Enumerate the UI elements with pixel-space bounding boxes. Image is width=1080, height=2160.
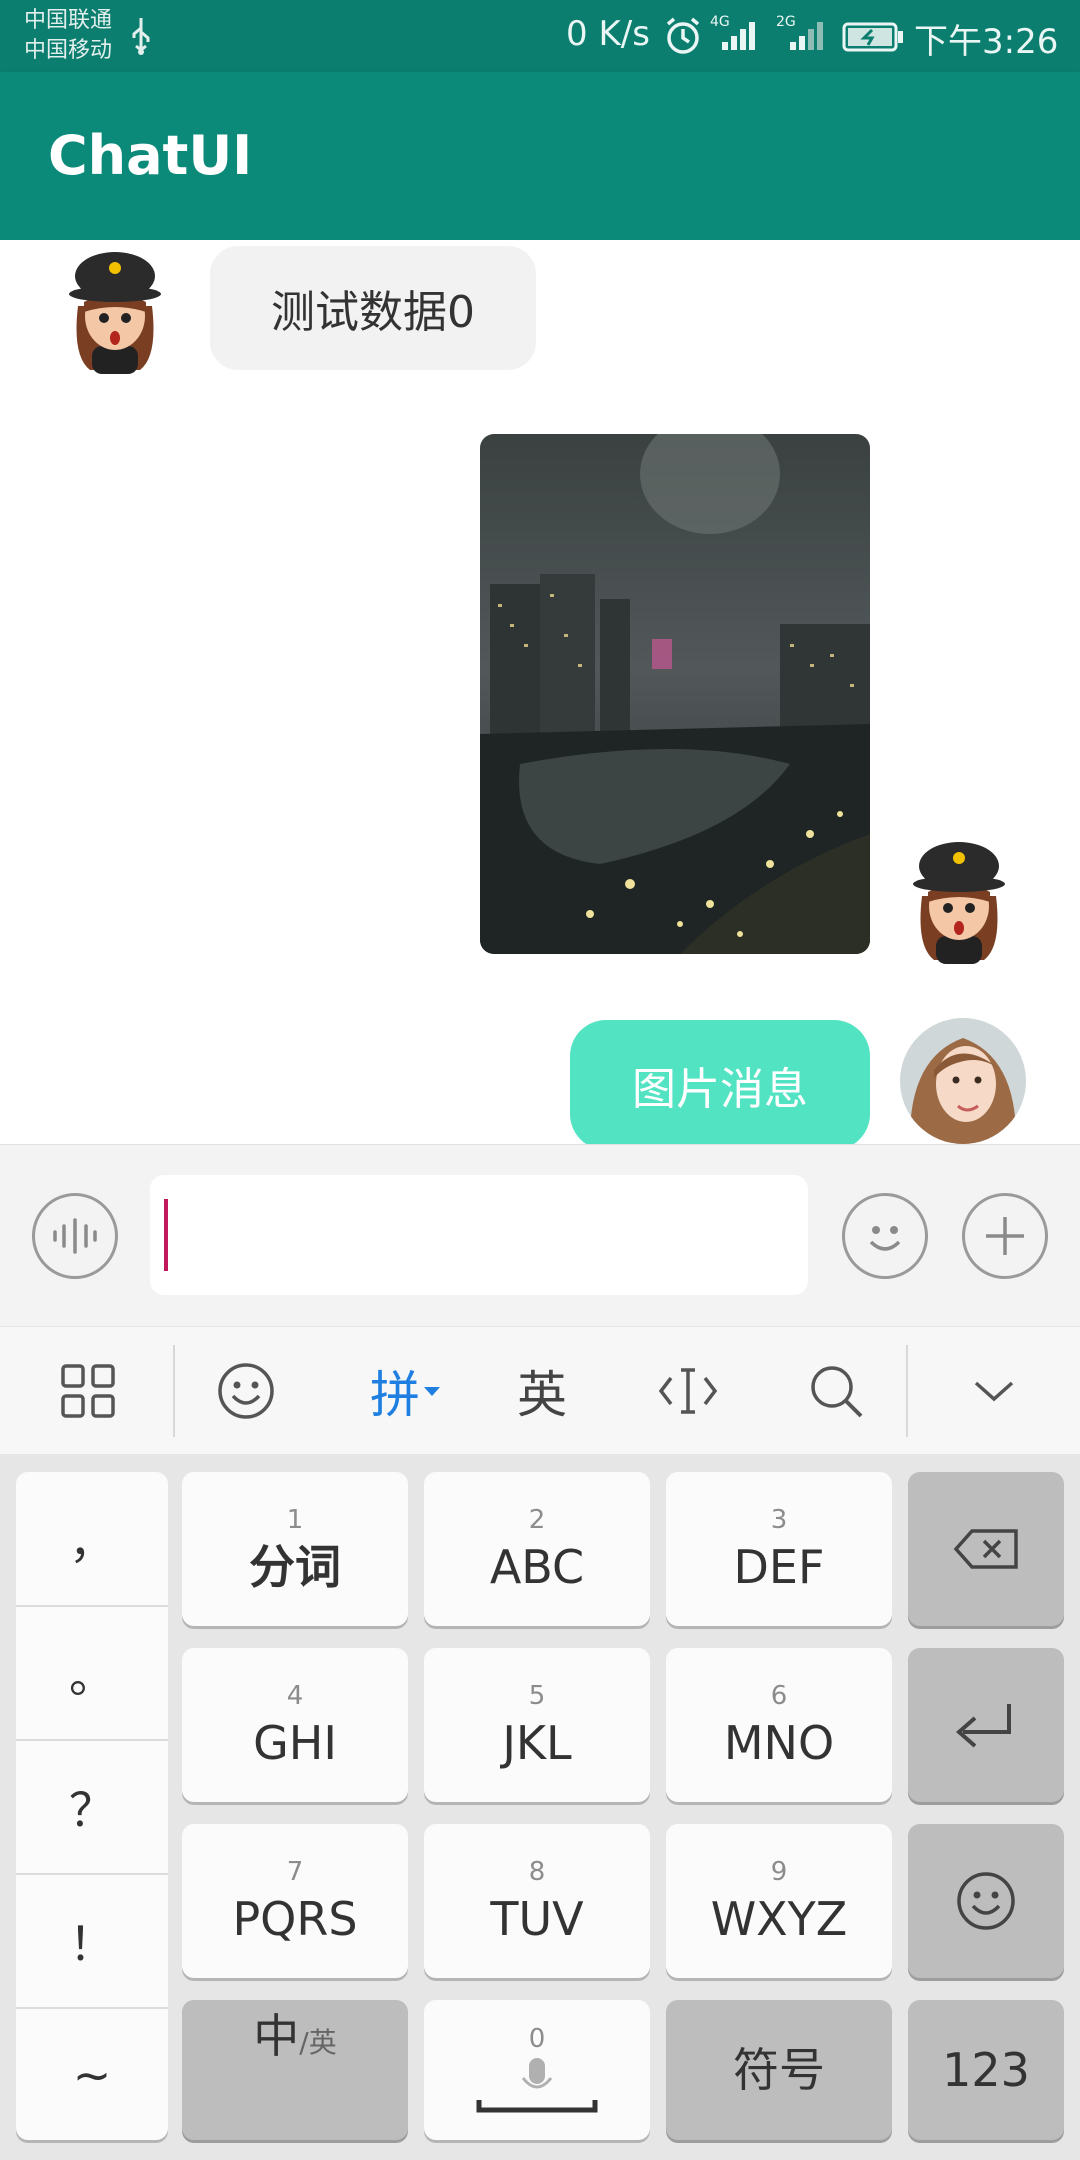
key-number: 9 bbox=[770, 1857, 788, 1887]
key-6[interactable]: 6 MNO bbox=[666, 1648, 892, 1802]
key-number: 6 bbox=[770, 1681, 788, 1711]
image-message[interactable] bbox=[480, 434, 870, 954]
message-text: 图片消息 bbox=[632, 1064, 808, 1115]
grid-icon[interactable] bbox=[40, 1327, 136, 1455]
text-cursor bbox=[164, 1199, 168, 1271]
space-key[interactable]: 0 bbox=[424, 2000, 650, 2140]
key-3[interactable]: 3 DEF bbox=[666, 1472, 892, 1626]
message-bubble-right[interactable]: 图片消息 bbox=[570, 1020, 870, 1144]
punct-key[interactable]: 。 bbox=[16, 1606, 168, 1739]
pinyin-mode-button[interactable]: 拼 bbox=[356, 1327, 456, 1455]
message-list[interactable]: 测试数据0 图片消息 bbox=[0, 240, 1080, 1144]
carrier-2: 中国移动 bbox=[24, 38, 113, 63]
key-number: 1 bbox=[286, 1505, 304, 1535]
punct-key[interactable]: ？ bbox=[16, 1740, 168, 1873]
punct-key[interactable]: ， bbox=[16, 1472, 168, 1605]
punct-key[interactable]: ！ bbox=[16, 1874, 168, 2007]
emoji-key[interactable] bbox=[908, 1824, 1064, 1978]
emoji-icon bbox=[957, 1872, 1015, 1930]
key-label: ABC bbox=[489, 1540, 585, 1594]
user-avatar[interactable] bbox=[900, 1018, 1026, 1144]
toolbar-emoji-icon[interactable] bbox=[198, 1327, 294, 1455]
app-title: ChatUI bbox=[48, 124, 253, 187]
message-bubble-left[interactable]: 测试数据0 bbox=[210, 246, 536, 370]
key-number: 5 bbox=[528, 1681, 546, 1711]
key-number: 4 bbox=[286, 1681, 304, 1711]
voice-icon[interactable] bbox=[32, 1193, 118, 1279]
key-number: 3 bbox=[770, 1505, 788, 1535]
pinyin-label: 拼 bbox=[370, 1366, 420, 1424]
key-label: GHI bbox=[253, 1716, 337, 1770]
key-1[interactable]: 1 分词 bbox=[182, 1472, 408, 1626]
key-5[interactable]: 5 JKL bbox=[424, 1648, 650, 1802]
battery-icon bbox=[842, 22, 904, 56]
key-number: 8 bbox=[528, 1857, 546, 1887]
enter-key[interactable] bbox=[908, 1648, 1064, 1802]
key-label: MNO bbox=[723, 1716, 835, 1770]
message-text: 测试数据0 bbox=[271, 287, 475, 338]
status-time: 下午3:26 bbox=[914, 22, 1059, 62]
net-speed: 0 K/s bbox=[566, 14, 650, 54]
key-label: PQRS bbox=[232, 1892, 358, 1946]
key-7[interactable]: 7 PQRS bbox=[182, 1824, 408, 1978]
key-9[interactable]: 9 WXYZ bbox=[666, 1824, 892, 1978]
key-label: DEF bbox=[733, 1540, 825, 1594]
backspace-key[interactable] bbox=[908, 1472, 1064, 1626]
emoji-icon[interactable] bbox=[842, 1193, 928, 1279]
key-number: 2 bbox=[528, 1505, 546, 1535]
toolbar-divider bbox=[906, 1345, 908, 1437]
key-label: JKL bbox=[502, 1716, 572, 1770]
usb-icon bbox=[128, 16, 154, 60]
key-label: WXYZ bbox=[710, 1892, 848, 1946]
t9-keyboard: ， 。 ？ ！ ~ 1 分词 2 ABC 3 DEF 4 GHI 5 JKL 6… bbox=[0, 1454, 1080, 2160]
carrier-1: 中国联通 bbox=[24, 8, 113, 33]
key-number: 7 bbox=[286, 1857, 304, 1887]
english-label: 英 bbox=[517, 1366, 567, 1424]
lang-switch-sub: /英 bbox=[299, 2026, 337, 2059]
punctuation-column[interactable]: ， 。 ？ ！ ~ bbox=[16, 1472, 168, 2140]
key-label: TUV bbox=[490, 1892, 584, 1946]
numbers-key[interactable]: 123 bbox=[908, 2000, 1064, 2140]
backspace-icon bbox=[953, 1529, 1018, 1569]
signal-icon bbox=[714, 16, 762, 56]
keyboard-toolbar: 拼 英 bbox=[0, 1326, 1080, 1455]
toolbar-divider bbox=[173, 1345, 175, 1437]
enter-icon bbox=[955, 1704, 1011, 1748]
collapse-icon[interactable] bbox=[946, 1327, 1042, 1455]
key-label: 分词 bbox=[249, 1540, 341, 1594]
key-number: 0 bbox=[528, 2024, 546, 2054]
english-mode-button[interactable]: 英 bbox=[494, 1327, 590, 1455]
punct-key[interactable]: ~ bbox=[16, 2008, 168, 2140]
cartoon-avatar[interactable] bbox=[904, 836, 1014, 966]
key-8[interactable]: 8 TUV bbox=[424, 1824, 650, 1978]
key-4[interactable]: 4 GHI bbox=[182, 1648, 408, 1802]
app-bar: ChatUI bbox=[0, 72, 1080, 240]
lang-switch-main: 中 bbox=[253, 2009, 300, 2063]
search-icon[interactable] bbox=[788, 1327, 884, 1455]
numbers-label: 123 bbox=[942, 2043, 1030, 2097]
lang-switch-key[interactable]: 中 /英 bbox=[182, 2000, 408, 2140]
key-2[interactable]: 2 ABC bbox=[424, 1472, 650, 1626]
status-bar: 中国联通 中国移动 0 K/s 4G 2G 下午3:26 bbox=[0, 0, 1080, 72]
cartoon-avatar[interactable] bbox=[60, 246, 170, 376]
symbol-key[interactable]: 符号 bbox=[666, 2000, 892, 2140]
space-mic-icon bbox=[476, 2058, 598, 2113]
symbol-label: 符号 bbox=[733, 2043, 825, 2097]
add-icon[interactable] bbox=[962, 1193, 1048, 1279]
cursor-icon[interactable] bbox=[640, 1327, 736, 1455]
message-input[interactable] bbox=[150, 1175, 808, 1295]
alarm-icon bbox=[664, 16, 702, 60]
signal-2-icon bbox=[782, 16, 830, 56]
input-bar bbox=[0, 1144, 1080, 1327]
